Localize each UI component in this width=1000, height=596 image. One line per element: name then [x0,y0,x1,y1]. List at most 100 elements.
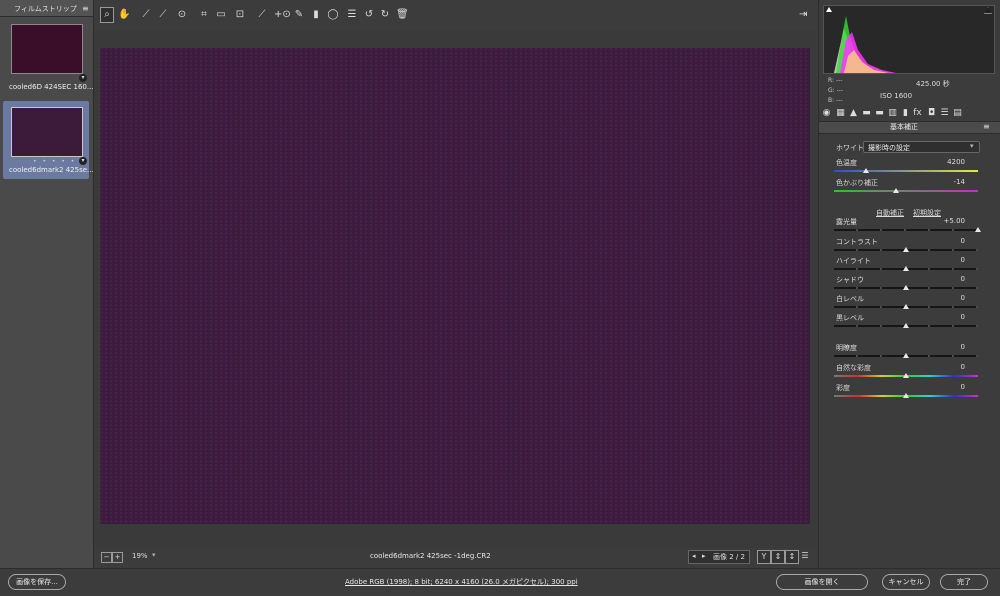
slider-value[interactable]: 0 [925,383,965,391]
slider-value[interactable]: 0 [925,343,965,351]
chevron-down-icon: ▾ [970,142,974,150]
thumbnail-image [11,24,83,74]
rotate-right-icon[interactable]: ↻ [379,8,391,22]
next-image-icon[interactable]: ▸ [702,552,706,560]
view-settings-icon[interactable]: ☰ [799,550,811,562]
zoom-icon[interactable]: ⌕ [100,7,114,23]
crop-icon[interactable]: ⌗ [198,8,210,22]
slider-thumb[interactable] [975,227,981,232]
slider-value[interactable]: 0 [925,294,965,302]
target-adjustment-icon[interactable]: ⊙ [176,8,188,22]
slider-thumb[interactable] [893,188,899,193]
white-balance-value: 撮影時の設定 [868,144,910,152]
tab-tone-curve-icon[interactable]: ▦ [835,107,846,119]
panel-menu-icon[interactable]: ≡ [983,122,990,131]
thumbnail-image [11,107,83,157]
shutter-speed: 425.00 秒 [916,80,950,88]
readout-g: G: --- [828,87,844,94]
tab-detail-icon[interactable]: ▲ [848,107,859,119]
slider-value[interactable]: 0 [925,275,965,283]
slider-label: 明瞭度 [836,344,857,352]
tab-basic-icon[interactable]: ◉ [821,107,832,119]
current-filename: cooled6dmark2 425sec -1deg.CR2 [370,552,491,560]
slider-thumb[interactable] [863,168,869,173]
tab-transform-icon[interactable]: ▮ [900,107,911,119]
slider-value[interactable]: 0 [925,363,965,371]
tab-split-toning-icon[interactable]: ▬ [874,107,885,119]
slider-thumb[interactable] [903,373,909,378]
workflow-options-link[interactable]: Adobe RGB (1998); 8 bit; 6240 x 4160 (26… [345,577,578,587]
rotate-left-icon[interactable]: ↺ [363,8,375,22]
zoom-in-icon[interactable]: + [112,552,123,563]
slider-thumb[interactable] [903,247,909,252]
open-image-button[interactable]: 画像を開く [776,574,868,590]
slider-thumb[interactable] [903,266,909,271]
slider-track[interactable] [834,170,978,172]
filmstrip-item-selected[interactable]: • • • • • ▾ cooled6dmark2 425se... [3,101,94,179]
trash-icon[interactable]: 🗑 [396,8,409,22]
color-sampler-icon[interactable]: ⟋ [157,8,169,22]
cancel-button[interactable]: キャンセル [882,574,930,590]
readout-r: R: --- [828,77,843,84]
slider-label: コントラスト [836,238,878,246]
tab-presets-icon[interactable]: ☰ [939,107,950,119]
adjustment-brush-icon[interactable]: ✎ [293,8,305,22]
white-balance-icon[interactable]: ⟋ [140,8,152,22]
iso-value: ISO 1600 [880,92,913,100]
zoom-dropdown-icon[interactable]: ▾ [152,551,162,561]
slider-value[interactable]: 0 [925,256,965,264]
slider-track[interactable] [834,190,978,192]
preferences-icon[interactable]: ☰ [346,8,358,22]
rating-stars[interactable]: • • • • • [33,158,76,165]
filmstrip-title: フィルムストリップ [14,5,77,13]
slider-thumb[interactable] [903,393,909,398]
rgb-readout: R: --- G: --- B: --- [828,76,843,106]
thumbnail-label: cooled6D 424SEC 160... [9,83,94,91]
red-eye-icon[interactable]: +⊙ [274,8,291,22]
thumbnail-menu-icon[interactable]: ▾ [79,157,87,165]
preview-image[interactable] [100,48,810,524]
readout-b: B: --- [828,97,843,104]
hand-icon[interactable]: ✋ [118,8,130,22]
slider-value[interactable]: 0 [925,313,965,321]
open-in-photoshop-icon[interactable]: ⇥ [799,9,807,20]
slider-track[interactable] [834,229,978,231]
slider-value[interactable]: 4200 [925,158,965,166]
zoom-level[interactable]: 19% [132,552,148,560]
save-image-button[interactable]: 画像を保存... [8,574,66,590]
auto-button[interactable]: 自動補正 [876,208,904,218]
slider-label: ハイライト [836,257,871,265]
spot-removal-icon[interactable]: ⟋ [256,8,268,22]
slider-value[interactable]: 0 [925,237,965,245]
slider-label: 自然な彩度 [836,364,871,372]
slider-value[interactable]: +5.00 [925,217,965,225]
done-button[interactable]: 完了 [940,574,988,590]
slider-thumb[interactable] [903,304,909,309]
radial-filter-icon[interactable]: ◯ [327,8,339,22]
slider-label: 色かぶり補正 [836,179,878,187]
slider-thumb[interactable] [903,323,909,328]
tab-snapshots-icon[interactable]: ▤ [952,107,963,119]
graduated-filter-icon[interactable]: ▮ [310,8,322,22]
straighten-icon[interactable]: ▭ [215,8,227,22]
panel-title: 基本補正 [890,123,918,131]
swap-before-after-icon[interactable]: ⇕ [771,550,785,564]
tab-hsl-icon[interactable]: ▬ [861,107,872,119]
thumbnail-menu-icon[interactable]: ▾ [79,74,87,82]
slider-thumb[interactable] [903,353,909,358]
filmstrip-item[interactable]: ▾ cooled6D 424SEC 160... [3,18,94,96]
image-navigator: ◂ ▸ 画像 2 / 2 [688,550,750,564]
slider-label: 露光量 [836,218,857,226]
zoom-out-icon[interactable]: − [101,552,112,563]
slider-thumb[interactable] [903,285,909,290]
filmstrip-menu-icon[interactable]: ≡ [82,4,89,13]
slider-label: 色温度 [836,159,857,167]
slider-value[interactable]: -14 [925,178,965,186]
tab-camera-calibration-icon[interactable]: ◘ [926,107,937,119]
tab-effects-icon[interactable]: fx [912,107,923,119]
before-after-toggle-icon[interactable]: Y [757,550,771,564]
copy-settings-icon[interactable]: ↕ [785,550,799,564]
prev-image-icon[interactable]: ◂ [692,552,696,560]
transform-icon[interactable]: ⊡ [234,8,246,22]
tab-lens-icon[interactable]: ▥ [887,107,898,119]
